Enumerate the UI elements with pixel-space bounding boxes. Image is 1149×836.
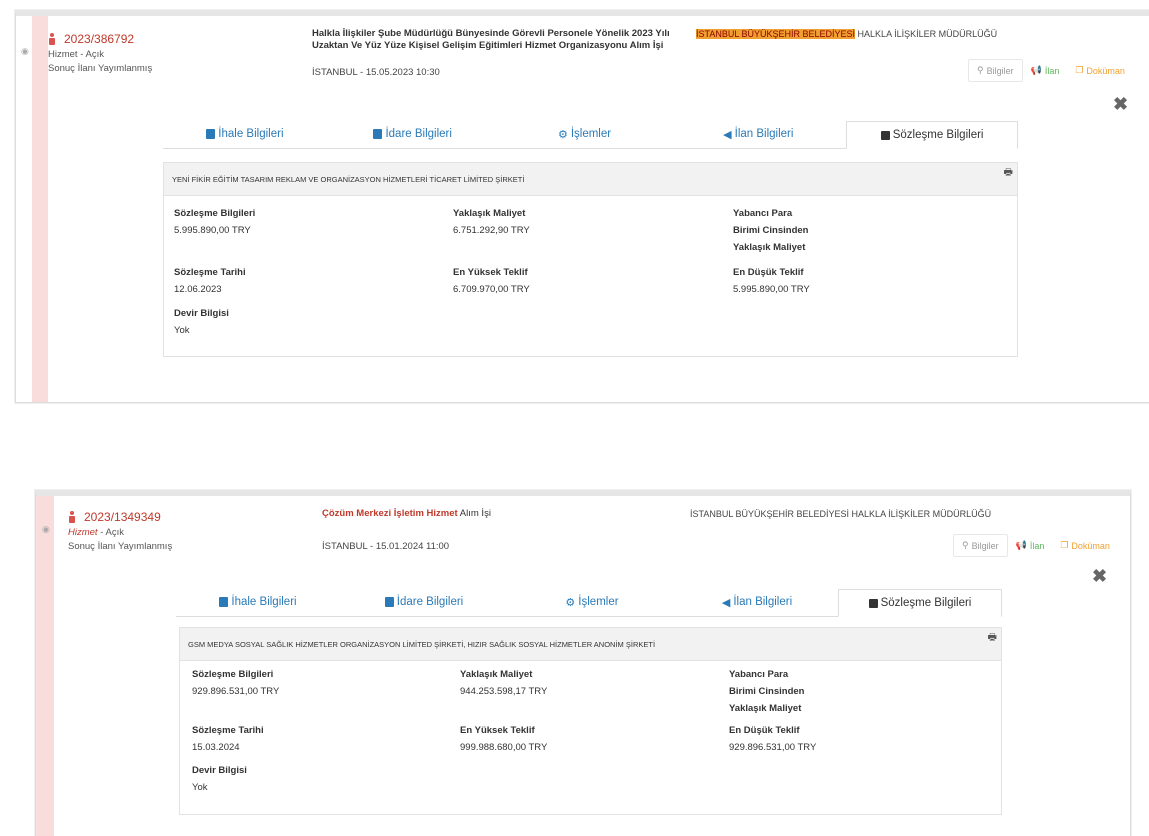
highest-bid: En Yüksek Teklif 6.709.970,00 TRY (453, 267, 530, 295)
tender-meta: Hizmet - Açık Sonuç İlanı Yayımlanmış (68, 527, 173, 552)
contractor-name: GSM MEDYA SOSYAL SAĞLIK HİZMETLER ORGANİ… (180, 628, 1001, 661)
person-icon (68, 511, 76, 523)
card-actions: ⚲ Bilgiler 📢 İlan ❐ Doküman (968, 59, 1133, 82)
foreign-approx-cost: Yabancı Para Birimi Cinsinden Yaklaşık M… (729, 669, 805, 714)
approx-cost: Yaklaşık Maliyet 944.253.598,17 TRY (460, 669, 548, 697)
edit-icon (868, 598, 878, 608)
megaphone-icon: 📢 (1015, 540, 1027, 550)
info-button[interactable]: ⚲ Bilgiler (968, 59, 1023, 82)
tab-ihale[interactable]: İhale Bilgileri (176, 589, 340, 615)
tab-sozlesme[interactable]: Sözleşme Bilgileri (838, 589, 1002, 617)
tender-location-date: İSTANBUL - 15.05.2023 10:30 (312, 67, 440, 78)
tender-card-2: ◉ 2023/1349349 Hizmet - Açık Sonuç İlanı… (35, 490, 1131, 836)
gears-icon: ⚙ (557, 128, 568, 141)
approx-cost: Yaklaşık Maliyet 6.751.292,90 TRY (453, 208, 530, 236)
lowest-bid: En Düşük Teklif 5.995.890,00 TRY (733, 267, 810, 295)
lowest-bid: En Düşük Teklif 929.896.531,00 TRY (729, 725, 817, 753)
tab-bar: İhale Bilgileri İdare Bilgileri ⚙ İşlemle… (163, 121, 1018, 149)
file-icon (206, 129, 216, 139)
file-icon (219, 597, 229, 607)
tab-bar: İhale Bilgileri İdare Bilgileri ⚙ İşlemle… (176, 589, 1002, 617)
print-icon[interactable]: 🖶 (1004, 165, 1013, 182)
tab-sozlesme[interactable]: Sözleşme Bilgileri (846, 121, 1018, 149)
tender-title[interactable]: Çözüm Merkezi İşletim Hizmet Alım İşi (322, 508, 491, 520)
tender-location-date: İSTANBUL - 15.01.2024 11:00 (322, 541, 450, 552)
close-icon[interactable]: ✖ (1092, 566, 1107, 587)
card-margin (16, 16, 32, 402)
building-icon (373, 129, 383, 139)
document-button[interactable]: ❐ Doküman (1067, 59, 1133, 82)
copy-icon: ❐ (1075, 65, 1084, 75)
card-status-stripe (36, 496, 54, 836)
agency-name: İSTANBUL BÜYÜKŞEHİR BELEDİYESİ HALKLA İL… (690, 509, 992, 519)
megaphone-icon: ◀ (721, 596, 731, 609)
gears-icon: ⚙ (565, 596, 576, 609)
tab-islemler[interactable]: ⚙ İşlemler (499, 121, 671, 147)
search-icon: ⚲ (962, 540, 969, 550)
tender-meta: Hizmet - Açık Sonuç İlanı Yayımlanmış (48, 49, 153, 74)
tab-idare[interactable]: İdare Bilgileri (340, 589, 508, 615)
tab-islemler[interactable]: ⚙ İşlemler (508, 589, 676, 615)
tender-ref[interactable]: 2023/1349349 (68, 510, 161, 524)
close-icon[interactable]: ✖ (1113, 94, 1128, 115)
tender-title[interactable]: Halkla İlişkiler Şube Müdürlüğü Bünyesin… (312, 28, 692, 52)
megaphone-icon: ◀ (723, 128, 732, 141)
tab-ilan[interactable]: ◀ İlan Bilgileri (670, 121, 846, 147)
agency-name: İSTANBUL BÜYÜKŞEHİR BELEDİYESİ HALKLA İL… (696, 29, 998, 39)
document-button[interactable]: ❐ Doküman (1052, 534, 1118, 557)
eye-icon[interactable]: ◉ (42, 524, 50, 535)
print-icon[interactable]: 🖶 (988, 630, 997, 647)
tab-ihale[interactable]: İhale Bilgileri (163, 121, 327, 147)
info-button[interactable]: ⚲ Bilgiler (953, 534, 1008, 557)
tender-card-1: ◉ 2023/386792 Hizmet - Açık Sonuç İlanı … (15, 10, 1149, 403)
search-icon: ⚲ (977, 65, 984, 75)
edit-icon (880, 130, 890, 140)
ilan-button[interactable]: 📢 İlan (1008, 534, 1053, 557)
copy-icon: ❐ (1060, 540, 1069, 550)
highest-bid: En Yüksek Teklif 999.988.680,00 TRY (460, 725, 548, 753)
contract-date: Sözleşme Tarihi 12.06.2023 (174, 267, 246, 295)
transfer-info: Devir Bilgisi Yok (174, 308, 229, 336)
contract-amount: Sözleşme Bilgileri 929.896.531,00 TRY (192, 669, 280, 697)
tab-ilan[interactable]: ◀ İlan Bilgileri (676, 589, 838, 615)
building-icon (384, 597, 394, 607)
contract-amount: Sözleşme Bilgileri 5.995.890,00 TRY (174, 208, 256, 236)
card-status-stripe (32, 16, 48, 402)
transfer-info: Devir Bilgisi Yok (192, 765, 247, 793)
contract-panel: GSM MEDYA SOSYAL SAĞLIK HİZMETLER ORGANİ… (179, 627, 1002, 815)
contractor-name: YENİ FİKİR EĞİTİM TASARIM REKLAM VE ORGA… (164, 163, 1017, 196)
eye-icon[interactable]: ◉ (21, 46, 29, 57)
foreign-approx-cost: Yabancı Para Birimi Cinsinden Yaklaşık M… (733, 208, 809, 253)
tab-idare[interactable]: İdare Bilgileri (327, 121, 499, 147)
contract-date: Sözleşme Tarihi 15.03.2024 (192, 725, 264, 753)
tender-ref[interactable]: 2023/386792 (48, 32, 134, 46)
person-icon (48, 33, 56, 45)
megaphone-icon: 📢 (1030, 65, 1042, 75)
ilan-button[interactable]: 📢 İlan (1023, 59, 1068, 82)
card-actions: ⚲ Bilgiler 📢 İlan ❐ Doküman (953, 534, 1118, 557)
contract-panel: YENİ FİKİR EĞİTİM TASARIM REKLAM VE ORGA… (163, 162, 1018, 357)
